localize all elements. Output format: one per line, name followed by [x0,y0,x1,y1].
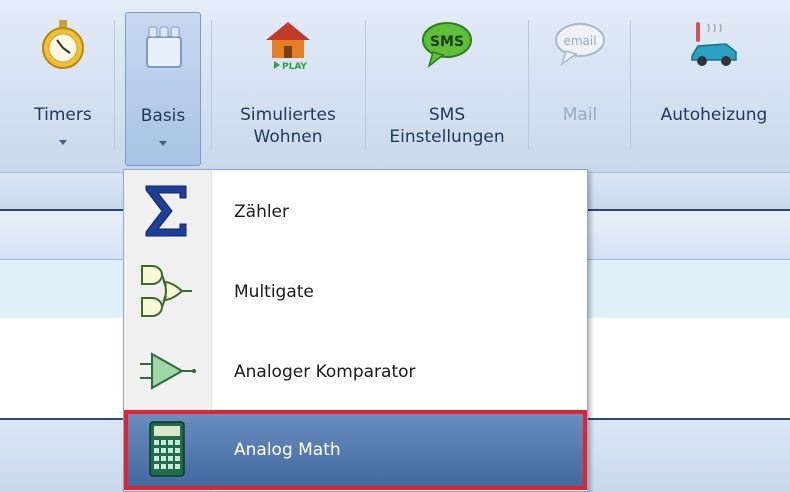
separator [211,20,212,150]
stopwatch-icon [37,18,89,70]
basis-dropdown-menu: Zähler Multigate Analoger Komparator Ana… [123,169,588,492]
email-badge: email [563,34,596,48]
email-bubble-icon: email [554,18,606,70]
autoheizung-label: Autoheizung [660,105,768,125]
sms-einstellungen-label: SMS Einstellungen [389,105,505,147]
timers-label: Timers [34,105,92,125]
menu-item-label: Analoger Komparator [234,362,416,382]
basis-button[interactable]: Basis [125,12,201,166]
building-blocks-icon [137,19,189,71]
menu-item-multigate[interactable]: Multigate [124,252,587,332]
menu-item-label: Zähler [234,202,290,222]
ribbon-toolbar: Timers Basis PLAY Simuliertes Wohnen SMS… [0,0,790,173]
chevron-down-icon [59,140,67,145]
menu-item-label: Analog Math [234,440,341,460]
menu-item-analog-math[interactable]: Analog Math [124,410,587,490]
chevron-down-icon [159,141,167,146]
simuliertes-wohnen-button[interactable]: PLAY Simuliertes Wohnen [218,12,358,164]
separator [114,20,115,150]
sms-bubble-icon: SMS [421,18,473,70]
menu-item-label: Multigate [234,282,314,302]
menu-item-zaehler[interactable]: Zähler [124,172,587,252]
sms-badge: SMS [430,34,464,50]
comparator-icon [138,342,196,400]
house-play-icon: PLAY [262,18,314,72]
car-heater-icon [688,18,740,70]
calculator-icon [138,420,196,478]
play-badge: PLAY [282,62,307,70]
separator [365,20,366,150]
autoheizung-button[interactable]: Autoheizung [640,12,788,164]
separator [630,20,631,150]
mail-label: Mail [562,105,598,125]
separator [528,20,529,150]
mail-button[interactable]: email Mail [538,12,622,164]
timers-button[interactable]: Timers [18,12,108,164]
menu-item-analoger-komparator[interactable]: Analoger Komparator [124,332,587,412]
basis-label: Basis [140,106,186,126]
simuliertes-wohnen-label: Simuliertes Wohnen [240,105,336,147]
logic-gates-icon [138,262,196,320]
sigma-icon [138,182,196,240]
sms-einstellungen-button[interactable]: SMS SMS Einstellungen [372,12,522,164]
